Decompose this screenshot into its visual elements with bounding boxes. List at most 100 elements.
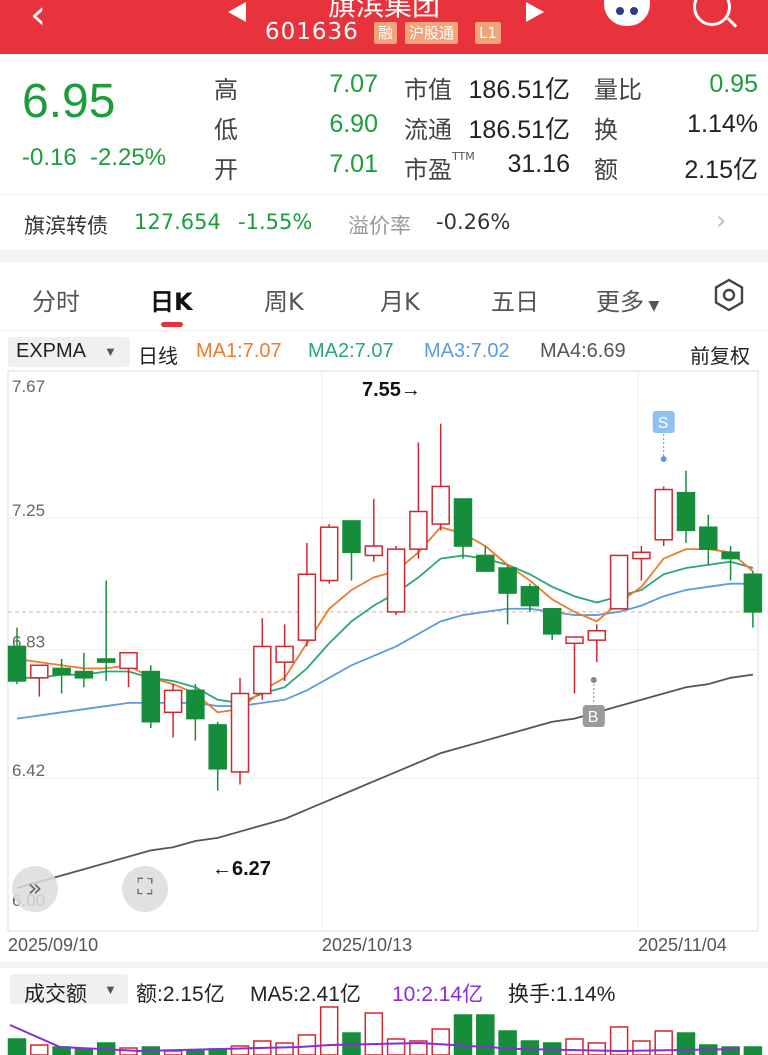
low-annotation: ←6.27 xyxy=(212,858,271,880)
indicator-name[interactable]: EXPMA xyxy=(16,340,86,363)
next-stock-icon[interactable] xyxy=(526,2,544,22)
candle-body xyxy=(208,724,227,770)
candle-body xyxy=(431,485,450,525)
volume-ma10: 10:2.14亿 xyxy=(392,983,484,1006)
bond-change: -1.55% xyxy=(238,210,313,234)
candle-body xyxy=(297,573,317,641)
candle-body xyxy=(721,551,740,560)
high-annotation: 7.55→ xyxy=(362,379,421,401)
candle-body xyxy=(319,526,339,582)
candle-body xyxy=(654,488,673,541)
high-label: 高 xyxy=(214,76,238,104)
volume-bar xyxy=(587,1042,607,1055)
market-cap-value: 186.51亿 xyxy=(468,76,570,104)
fullscreen-icon[interactable]: ⛶ xyxy=(122,866,168,912)
expand-left-icon[interactable]: » xyxy=(12,866,58,912)
ma4-value: MA4:6.69 xyxy=(540,340,626,362)
candle-body xyxy=(7,645,27,682)
y-tick-label: 7.25 xyxy=(12,501,45,520)
candle-body xyxy=(542,608,562,635)
convertible-bond-row[interactable]: 旗滨转债 127.654 -1.55% 溢价率 -0.26% › xyxy=(0,196,768,250)
volume-bar xyxy=(453,1014,473,1055)
volume-bar xyxy=(476,1014,495,1055)
volume-chart xyxy=(7,1006,763,1055)
sell-marker-dot xyxy=(660,456,667,462)
low-value: 6.90 xyxy=(329,110,378,138)
market-cap-label: 市值 xyxy=(404,76,452,104)
turnover-value: 1.14% xyxy=(687,110,758,138)
change-percent: -2.25% xyxy=(90,144,167,171)
margin-tag: 融 xyxy=(374,22,398,44)
stock-code: 601636 xyxy=(265,19,359,45)
date-end: 2025/11/04 xyxy=(638,935,727,955)
candle-body xyxy=(364,545,384,557)
amount-value: 2.15亿 xyxy=(684,156,758,184)
volume-bar xyxy=(297,1034,317,1055)
volume-bar xyxy=(364,1012,384,1055)
candle-body xyxy=(96,658,116,663)
amount-label: 额 xyxy=(594,156,618,184)
tab-intraday[interactable]: 分时 xyxy=(32,282,80,317)
price-change: -0.16 -2.25% xyxy=(22,144,166,172)
candle-body xyxy=(119,651,138,670)
ma3-line xyxy=(16,582,753,720)
volume-amount: 额:2.15亿 xyxy=(136,983,225,1006)
volume-bar xyxy=(676,1032,696,1055)
ma2-value: MA2:7.07 xyxy=(308,340,394,362)
volume-bar xyxy=(565,1038,584,1055)
volume-bar xyxy=(654,1030,673,1055)
adjust-mode[interactable]: 前复权 xyxy=(690,340,750,369)
chart-tabs: 分时 日K 周K 月K 五日 更多 ▼ xyxy=(0,262,768,330)
candle-body xyxy=(498,567,517,594)
candle-body xyxy=(453,498,473,547)
pe-value: 31.16 xyxy=(507,150,570,178)
tab-weekly-k[interactable]: 周K xyxy=(264,282,304,317)
float-cap-label: 流通 xyxy=(404,116,452,144)
candle-body xyxy=(386,548,406,613)
quote-panel: 6.95 -0.16 -2.25% 高 7.07 低 6.90 开 7.01 市… xyxy=(0,54,768,194)
bond-price: 127.654 xyxy=(134,210,221,234)
sell-marker-label: S xyxy=(658,415,669,432)
kline-chart[interactable]: 7.677.256.836.426.007.55→←6.27SB xyxy=(0,370,768,932)
candle-body xyxy=(52,667,71,676)
candle-body xyxy=(743,573,763,613)
candle-body xyxy=(30,664,49,679)
change-value: -0.16 xyxy=(22,144,77,171)
volume-bar xyxy=(319,1006,339,1055)
section-gap xyxy=(0,250,768,262)
last-price: 6.95 xyxy=(22,75,116,128)
volume-bar xyxy=(386,1038,406,1055)
volume-bar xyxy=(230,1045,250,1055)
low-label: 低 xyxy=(214,116,238,144)
caret-down-icon: ▼ xyxy=(644,298,660,314)
date-axis: 2025/09/10 2025/10/13 2025/11/04 xyxy=(0,932,768,962)
ma4-line xyxy=(16,673,754,889)
premium-value: -0.26% xyxy=(436,210,511,234)
candle-body xyxy=(587,629,607,641)
open-value: 7.01 xyxy=(329,150,378,178)
candle-body xyxy=(476,554,495,572)
tab-daily-k[interactable]: 日K xyxy=(150,282,193,317)
caret-down-icon: ▼ xyxy=(104,344,117,359)
volume-bar xyxy=(30,1044,49,1055)
candle-body xyxy=(141,670,161,723)
date-start: 2025/09/10 xyxy=(8,935,99,955)
top-bar: ‹ 旗滨集团 601636 融 沪股通 L1 xyxy=(0,0,768,54)
tab-more[interactable]: 更多 ▼ xyxy=(596,282,659,317)
volume-label[interactable]: 成交额 xyxy=(24,978,87,1008)
volume-bar xyxy=(7,1038,27,1055)
active-tab-indicator xyxy=(161,322,183,327)
settings-hexagon-icon[interactable] xyxy=(712,278,746,312)
ma2-line xyxy=(17,554,754,704)
volume-bar xyxy=(520,1040,540,1055)
tab-five-day[interactable]: 五日 xyxy=(491,282,539,317)
chevron-right-icon: › xyxy=(716,206,727,236)
stock-name: 旗滨集团 xyxy=(327,0,440,22)
turnover-label: 换 xyxy=(594,116,618,144)
bond-name: 旗滨转债 xyxy=(24,214,108,238)
tab-monthly-k[interactable]: 月K xyxy=(380,282,420,317)
float-cap-value: 186.51亿 xyxy=(468,116,570,144)
candle-body xyxy=(342,520,361,554)
volume-turnover: 换手:1.14% xyxy=(508,983,616,1006)
candle-body xyxy=(632,551,651,560)
